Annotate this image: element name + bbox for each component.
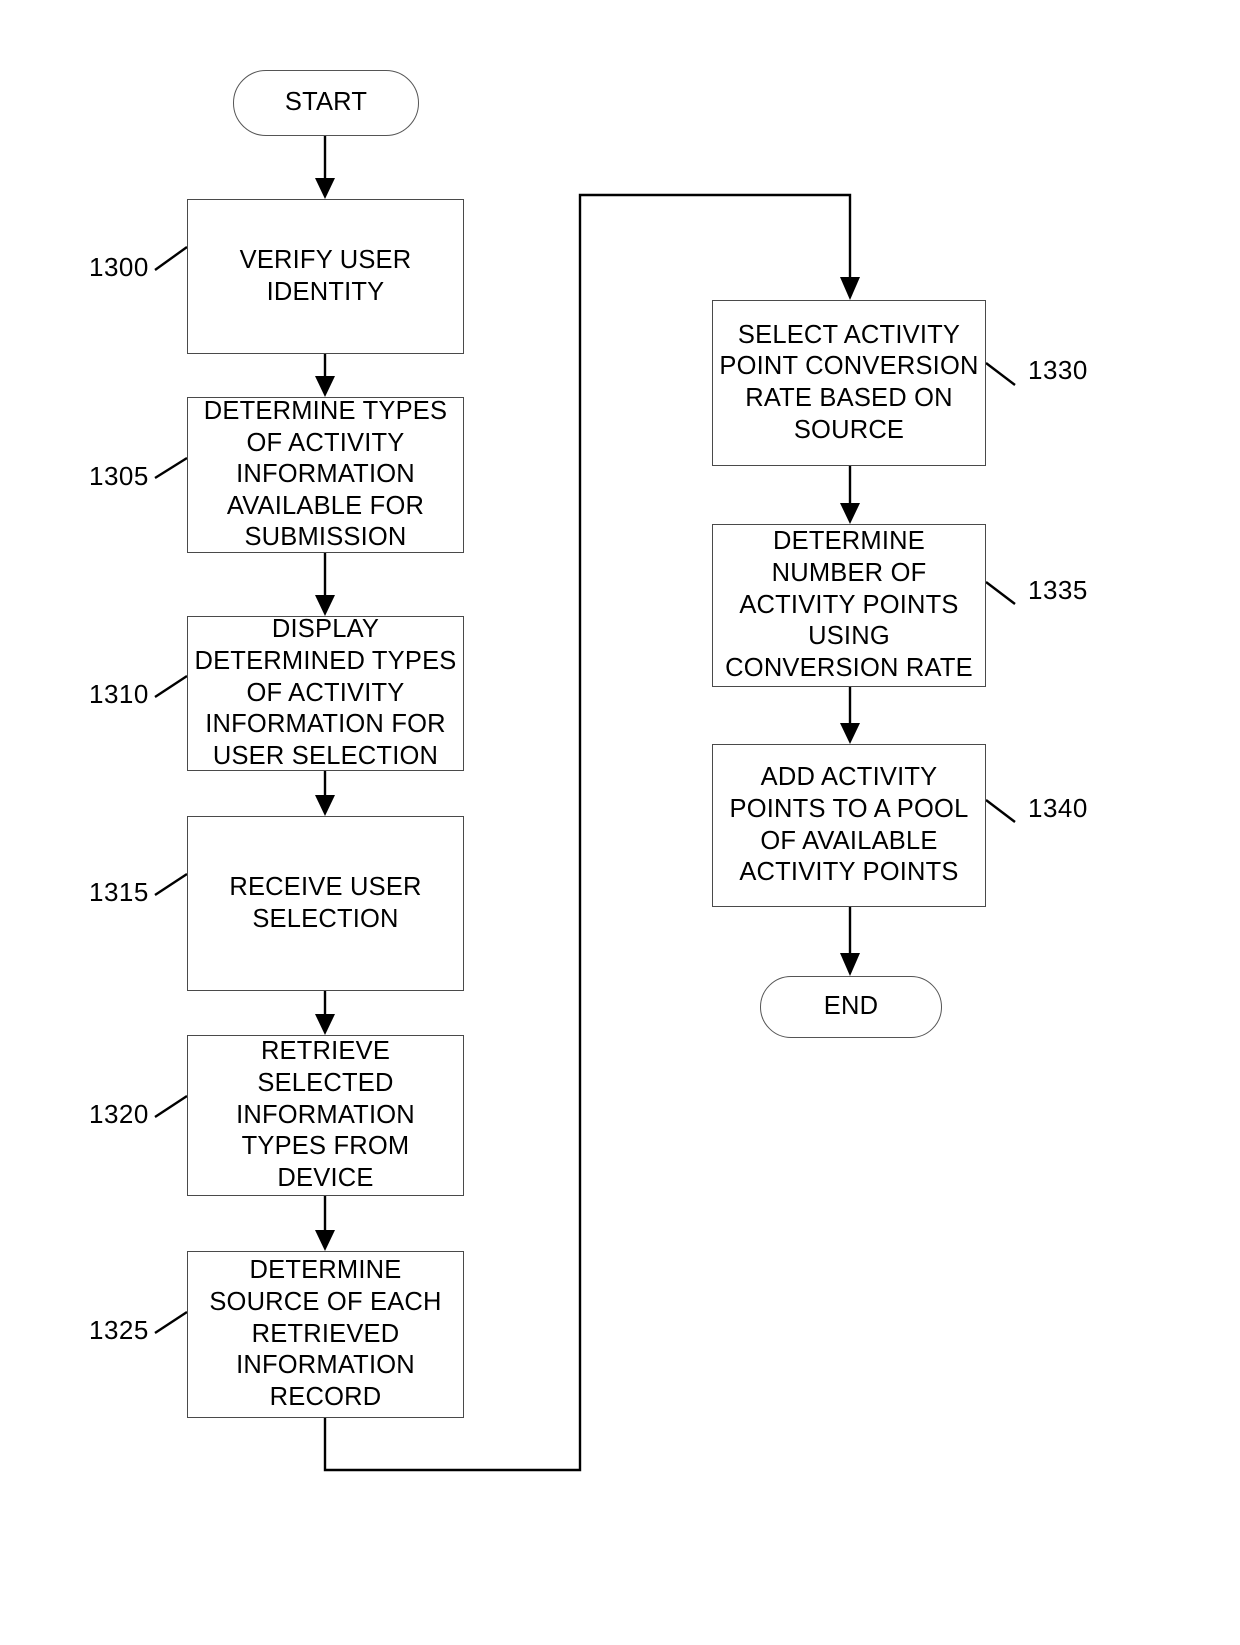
start-terminator: START <box>233 70 419 136</box>
flowchart-diagram: START VERIFY USER IDENTITY DETERMINE TYP… <box>0 0 1240 1645</box>
process-box-1330: SELECT ACTIVITY POINT CONVERSION RATE BA… <box>712 300 986 466</box>
process-box-1310: DISPLAY DETERMINED TYPES OF ACTIVITY INF… <box>187 615 464 771</box>
process-box-1340: ADD ACTIVITY POINTS TO A POOL OF AVAILAB… <box>712 744 986 907</box>
ref-number-1320: 1320 <box>89 1099 149 1129</box>
ref-number-1305: 1305 <box>89 461 149 491</box>
end-label: END <box>823 992 879 1021</box>
ref-number-1340: 1340 <box>1028 793 1088 823</box>
arrowhead-1305-to-1310 <box>315 595 335 616</box>
arrowhead-1300-to-1305 <box>315 376 335 397</box>
arrowhead-1315-to-1320 <box>315 1014 335 1035</box>
arrowhead-1335-to-1340 <box>840 723 860 744</box>
process-box-1320: RETRIEVE SELECTED INFORMATION TYPES FROM… <box>187 1035 464 1196</box>
arrowhead-1325-to-1330 <box>840 277 860 300</box>
process-text-1330: SELECT ACTIVITY POINT CONVERSION RATE BA… <box>719 320 979 444</box>
start-label: START <box>284 88 368 117</box>
end-terminator: END <box>760 976 942 1038</box>
leader-1335 <box>985 581 1016 605</box>
arrowhead-start-to-1300 <box>315 178 335 199</box>
leader-1305 <box>154 456 188 480</box>
ref-number-1300: 1300 <box>89 252 149 282</box>
process-text-1335: DETERMINE NUMBER OF ACTIVITY POINTS USIN… <box>725 527 973 682</box>
arrowhead-1310-to-1315 <box>315 795 335 816</box>
leader-1325 <box>154 1310 188 1335</box>
leader-1340 <box>985 799 1016 823</box>
process-text-1340: ADD ACTIVITY POINTS TO A POOL OF AVAILAB… <box>729 763 969 887</box>
process-box-1325: DETERMINE SOURCE OF EACH RETRIEVED INFOR… <box>187 1251 464 1418</box>
leader-1300 <box>154 246 188 271</box>
ref-number-1335: 1335 <box>1028 575 1088 605</box>
ref-number-1315: 1315 <box>89 877 149 907</box>
process-text-1320: RETRIEVE SELECTED INFORMATION TYPES FROM… <box>236 1037 415 1192</box>
ref-number-1310: 1310 <box>89 679 149 709</box>
leader-1320 <box>154 1094 188 1119</box>
process-text-1305: DETERMINE TYPES OF ACTIVITY INFORMATION … <box>203 396 448 552</box>
process-box-1315: RECEIVE USER SELECTION <box>187 816 464 991</box>
process-box-1335: DETERMINE NUMBER OF ACTIVITY POINTS USIN… <box>712 524 986 687</box>
arrowhead-1340-to-end <box>840 953 860 976</box>
ref-number-1330: 1330 <box>1028 355 1088 385</box>
process-text-1300: VERIFY USER IDENTITY <box>239 245 412 306</box>
arrowhead-1330-to-1335 <box>840 503 860 524</box>
process-box-1305: DETERMINE TYPES OF ACTIVITY INFORMATION … <box>187 397 464 553</box>
process-text-1325: DETERMINE SOURCE OF EACH RETRIEVED INFOR… <box>209 1256 442 1411</box>
process-box-1300: VERIFY USER IDENTITY <box>187 199 464 354</box>
leader-1330 <box>985 362 1016 386</box>
process-text-1315: RECEIVE USER SELECTION <box>229 872 422 933</box>
ref-number-1325: 1325 <box>89 1315 149 1345</box>
leader-1315 <box>154 872 188 897</box>
arrowhead-1320-to-1325 <box>315 1230 335 1251</box>
process-text-1310: DISPLAY DETERMINED TYPES OF ACTIVITY INF… <box>194 615 457 770</box>
leader-1310 <box>154 674 188 699</box>
